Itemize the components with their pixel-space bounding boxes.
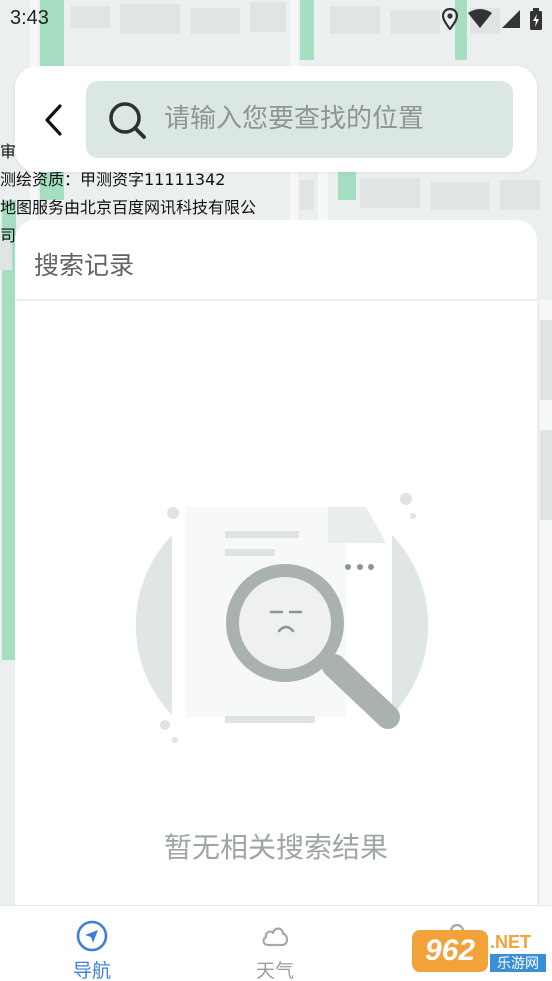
nav-tab-label: 天气 bbox=[255, 960, 294, 981]
search-input[interactable] bbox=[164, 97, 494, 141]
search-header bbox=[15, 66, 537, 172]
back-button[interactable] bbox=[33, 98, 73, 142]
wifi-icon bbox=[468, 9, 492, 28]
nav-tab-navigation[interactable]: 导航 bbox=[32, 906, 152, 981]
site-watermark-logo: 962 .NET 乐游网 bbox=[412, 930, 546, 972]
attribution-line: 地图服务由北京百度网讯科技有限公 bbox=[0, 198, 257, 217]
watermark-domain: .NET bbox=[490, 932, 531, 952]
watermark-number: 962 bbox=[425, 934, 475, 967]
empty-state-text: 暂无相关搜索结果 bbox=[163, 831, 388, 864]
history-title: 搜索记录 bbox=[34, 251, 135, 280]
search-history-panel: 搜索记录 暂无相关搜索结果 bbox=[15, 220, 537, 920]
empty-state-illustration bbox=[135, 493, 429, 743]
location-icon bbox=[442, 8, 458, 30]
navigation-arrow-icon bbox=[76, 920, 108, 952]
signal-icon bbox=[502, 10, 520, 28]
status-time: 3:43 bbox=[10, 7, 49, 29]
nav-tab-label: 导航 bbox=[72, 960, 111, 981]
status-icons bbox=[442, 8, 542, 30]
search-box[interactable] bbox=[86, 81, 513, 158]
back-arrow-icon bbox=[45, 104, 62, 136]
nav-tab-weather[interactable]: 天气 bbox=[215, 906, 335, 981]
battery-icon bbox=[530, 8, 542, 30]
divider bbox=[15, 299, 537, 301]
watermark-name: 乐游网 bbox=[497, 956, 539, 972]
cloud-icon bbox=[262, 927, 289, 947]
search-icon bbox=[109, 102, 146, 139]
status-bar: 3:43 bbox=[0, 0, 552, 38]
